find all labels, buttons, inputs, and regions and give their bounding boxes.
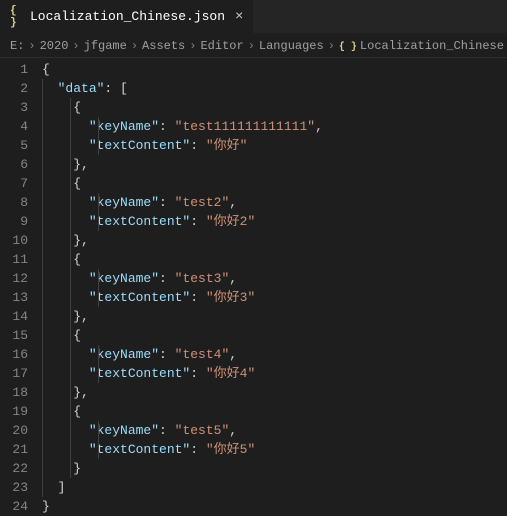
code-line: "keyName": "test3", bbox=[42, 269, 507, 288]
line-number: 12 bbox=[0, 269, 28, 288]
breadcrumb-item[interactable]: 2020 bbox=[40, 39, 69, 53]
breadcrumb-item[interactable]: jfgame bbox=[84, 39, 127, 53]
line-number: 4 bbox=[0, 117, 28, 136]
chevron-right-icon: › bbox=[28, 39, 35, 53]
code-line: }, bbox=[42, 307, 507, 326]
editor-tab[interactable]: { } Localization_Chinese.json × bbox=[0, 0, 254, 33]
chevron-right-icon: › bbox=[328, 39, 335, 53]
line-number: 5 bbox=[0, 136, 28, 155]
code-line: }, bbox=[42, 231, 507, 250]
line-number: 16 bbox=[0, 345, 28, 364]
close-icon[interactable]: × bbox=[235, 9, 243, 25]
line-number-gutter: 123456789101112131415161718192021222324 bbox=[0, 58, 42, 516]
breadcrumb-item[interactable]: Editor bbox=[200, 39, 243, 53]
line-number: 17 bbox=[0, 364, 28, 383]
chevron-right-icon: › bbox=[72, 39, 79, 53]
line-number: 24 bbox=[0, 497, 28, 516]
code-line: { bbox=[42, 402, 507, 421]
code-line: "keyName": "test4", bbox=[42, 345, 507, 364]
code-line: "keyName": "test111111111111", bbox=[42, 117, 507, 136]
code-line: "textContent": "你好" bbox=[42, 136, 507, 155]
line-number: 23 bbox=[0, 478, 28, 497]
chevron-right-icon: › bbox=[248, 39, 255, 53]
breadcrumb-item[interactable]: Assets bbox=[142, 39, 185, 53]
code-line: "textContent": "你好2" bbox=[42, 212, 507, 231]
code-line: { bbox=[42, 60, 507, 79]
code-line: ] bbox=[42, 478, 507, 497]
code-line: { bbox=[42, 250, 507, 269]
line-number: 13 bbox=[0, 288, 28, 307]
json-file-icon: { } bbox=[339, 42, 357, 53]
line-number: 6 bbox=[0, 155, 28, 174]
tab-bar: { } Localization_Chinese.json × bbox=[0, 0, 507, 34]
line-number: 11 bbox=[0, 250, 28, 269]
code-line: } bbox=[42, 459, 507, 478]
code-line: "keyName": "test5", bbox=[42, 421, 507, 440]
chevron-right-icon: › bbox=[189, 39, 196, 53]
code-line: "textContent": "你好5" bbox=[42, 440, 507, 459]
code-line: }, bbox=[42, 383, 507, 402]
line-number: 2 bbox=[0, 79, 28, 98]
line-number: 3 bbox=[0, 98, 28, 117]
line-number: 1 bbox=[0, 60, 28, 79]
line-number: 8 bbox=[0, 193, 28, 212]
line-number: 21 bbox=[0, 440, 28, 459]
line-number: 19 bbox=[0, 402, 28, 421]
code-line: "data": [ bbox=[42, 79, 507, 98]
code-line: "textContent": "你好3" bbox=[42, 288, 507, 307]
code-line: }, bbox=[42, 155, 507, 174]
line-number: 14 bbox=[0, 307, 28, 326]
breadcrumb-item[interactable]: E: bbox=[10, 39, 24, 53]
line-number: 10 bbox=[0, 231, 28, 250]
breadcrumb[interactable]: E: › 2020 › jfgame › Assets › Editor › L… bbox=[0, 34, 507, 58]
line-number: 15 bbox=[0, 326, 28, 345]
code-area[interactable]: { "data": [ { "keyName": "test1111111111… bbox=[42, 58, 507, 516]
line-number: 9 bbox=[0, 212, 28, 231]
code-editor[interactable]: 123456789101112131415161718192021222324 … bbox=[0, 58, 507, 516]
code-line: } bbox=[42, 497, 507, 516]
line-number: 7 bbox=[0, 174, 28, 193]
code-line: "keyName": "test2", bbox=[42, 193, 507, 212]
code-line: { bbox=[42, 174, 507, 193]
chevron-right-icon: › bbox=[131, 39, 138, 53]
json-file-icon: { } bbox=[10, 10, 24, 24]
line-number: 20 bbox=[0, 421, 28, 440]
code-line: { bbox=[42, 98, 507, 117]
line-number: 22 bbox=[0, 459, 28, 478]
line-number: 18 bbox=[0, 383, 28, 402]
code-line: { bbox=[42, 326, 507, 345]
breadcrumb-file[interactable]: { }Localization_Chinese.json bbox=[339, 39, 507, 53]
tab-title: Localization_Chinese.json bbox=[30, 9, 225, 24]
code-line: "textContent": "你好4" bbox=[42, 364, 507, 383]
breadcrumb-item[interactable]: Languages bbox=[259, 39, 324, 53]
